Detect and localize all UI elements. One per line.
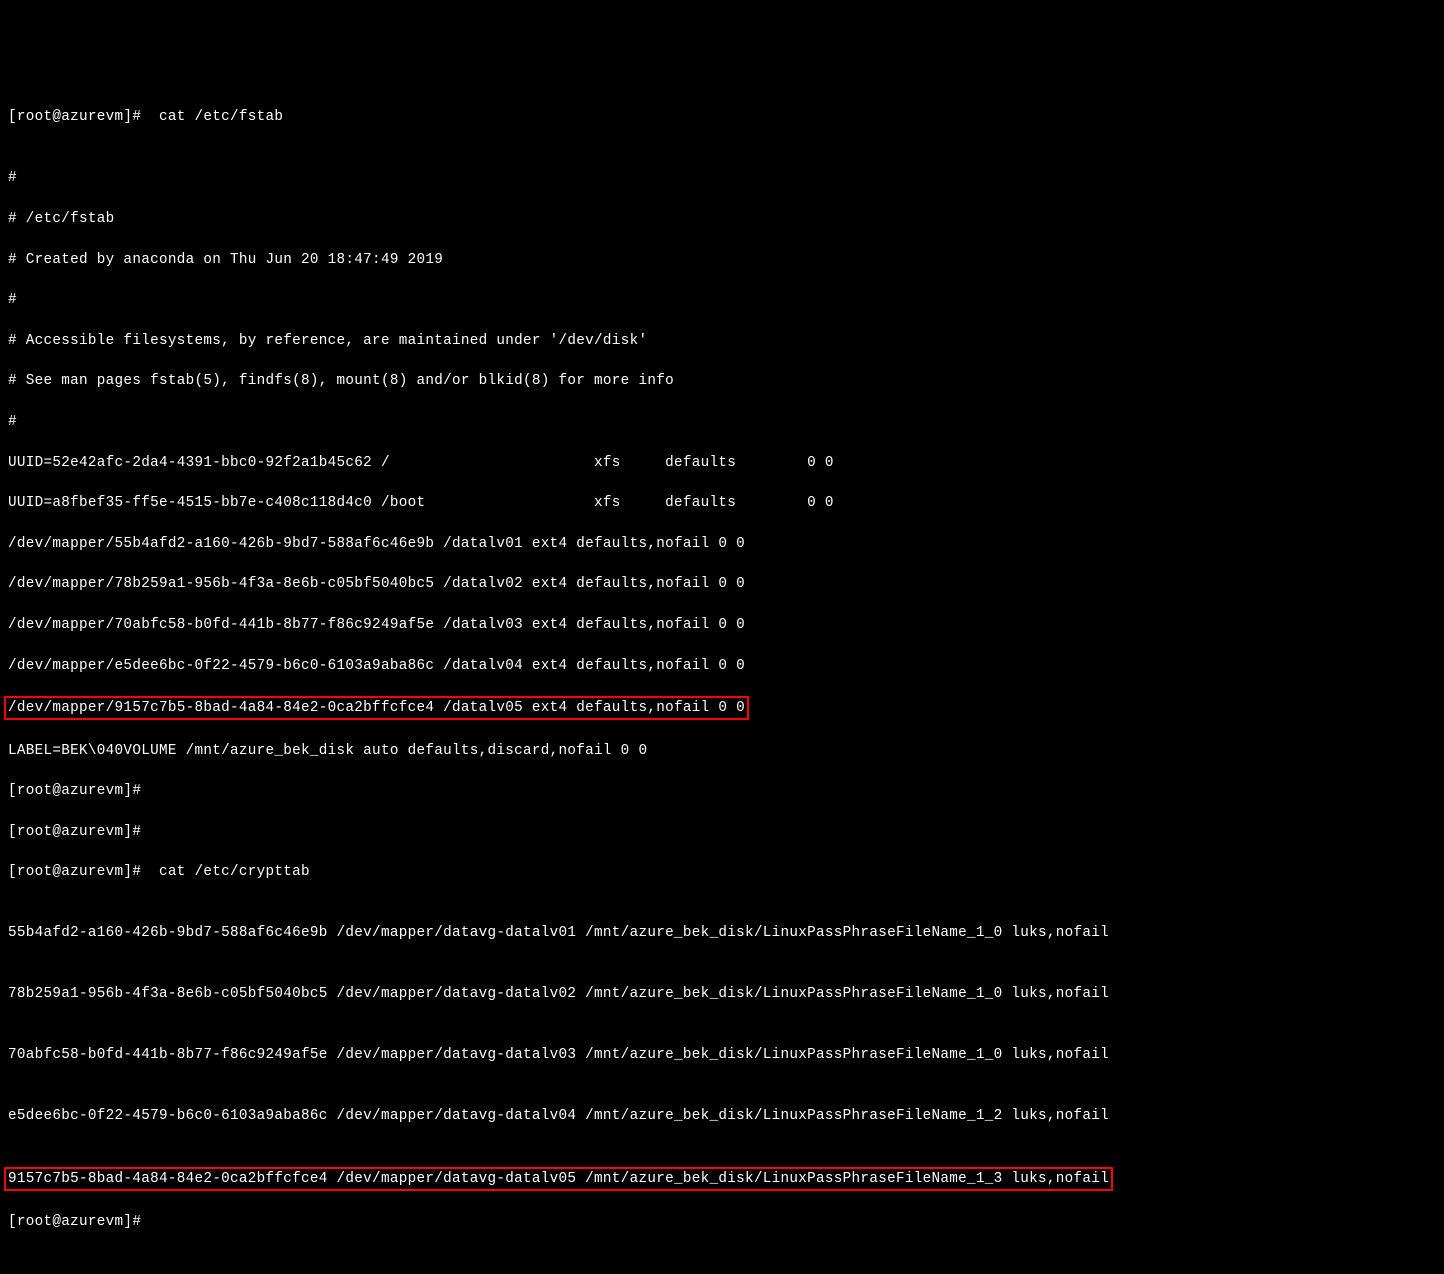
- prompt-line: [root@azurevm]#: [8, 822, 1436, 842]
- output-line: # /etc/fstab: [8, 209, 1436, 229]
- terminal-output[interactable]: [root@azurevm]# cat /etc/fstab # # /etc/…: [8, 87, 1436, 1252]
- output-line: /dev/mapper/70abfc58-b0fd-441b-8b77-f86c…: [8, 615, 1436, 635]
- output-line: /dev/mapper/e5dee6bc-0f22-4579-b6c0-6103…: [8, 656, 1436, 676]
- output-line: UUID=a8fbef35-ff5e-4515-bb7e-c408c118d4c…: [8, 493, 1436, 513]
- highlight-annotation: /dev/mapper/9157c7b5-8bad-4a84-84e2-0ca2…: [4, 696, 749, 720]
- prompt-line: [root@azurevm]# cat /etc/fstab: [8, 107, 1436, 127]
- highlighted-fstab-line: /dev/mapper/9157c7b5-8bad-4a84-84e2-0ca2…: [8, 696, 1436, 720]
- output-line: #: [8, 168, 1436, 188]
- prompt-line: [root@azurevm]#: [8, 781, 1436, 801]
- output-line: # See man pages fstab(5), findfs(8), mou…: [8, 371, 1436, 391]
- output-line: /dev/mapper/55b4afd2-a160-426b-9bd7-588a…: [8, 534, 1436, 554]
- output-line: UUID=52e42afc-2da4-4391-bbc0-92f2a1b45c6…: [8, 453, 1436, 473]
- output-line: e5dee6bc-0f22-4579-b6c0-6103a9aba86c /de…: [8, 1106, 1436, 1126]
- highlight-annotation: 9157c7b5-8bad-4a84-84e2-0ca2bffcfce4 /de…: [4, 1167, 1113, 1191]
- output-line: #: [8, 290, 1436, 310]
- prompt-line: [root@azurevm]#: [8, 1212, 1436, 1232]
- output-line: 55b4afd2-a160-426b-9bd7-588af6c46e9b /de…: [8, 923, 1436, 943]
- output-line: # Accessible filesystems, by reference, …: [8, 331, 1436, 351]
- output-line: /dev/mapper/78b259a1-956b-4f3a-8e6b-c05b…: [8, 574, 1436, 594]
- prompt-line: [root@azurevm]# cat /etc/crypttab: [8, 862, 1436, 882]
- output-line: #: [8, 412, 1436, 432]
- output-line: 78b259a1-956b-4f3a-8e6b-c05bf5040bc5 /de…: [8, 984, 1436, 1004]
- output-line: 70abfc58-b0fd-441b-8b77-f86c9249af5e /de…: [8, 1045, 1436, 1065]
- highlighted-crypttab-line: 9157c7b5-8bad-4a84-84e2-0ca2bffcfce4 /de…: [8, 1167, 1436, 1191]
- output-line: # Created by anaconda on Thu Jun 20 18:4…: [8, 250, 1436, 270]
- output-line: LABEL=BEK\040VOLUME /mnt/azure_bek_disk …: [8, 741, 1436, 761]
